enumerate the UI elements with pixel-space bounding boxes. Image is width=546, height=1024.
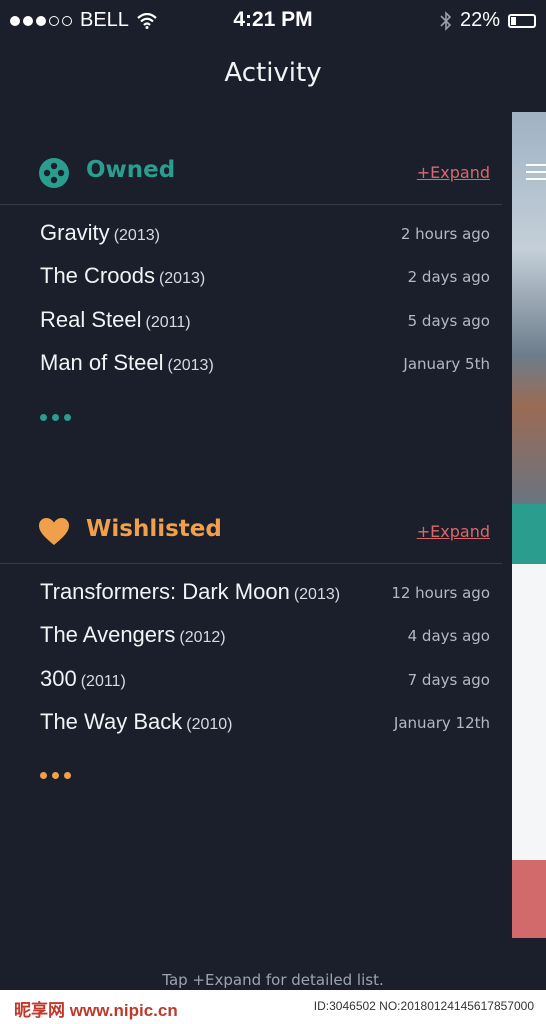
movie-title: Man of Steel (40, 350, 164, 376)
movie-title: Gravity (40, 220, 110, 245)
movie-year: (2012) (179, 629, 226, 647)
battery-percent: 22% (459, 9, 500, 31)
list-item[interactable]: 300 (2011) 7 days ago (0, 660, 502, 703)
movie-year: (2011) (80, 672, 126, 690)
owned-title: Owned (86, 157, 176, 183)
heart-icon (39, 518, 69, 545)
movie-title: The Avengers (40, 622, 176, 648)
teal-bar (512, 504, 546, 564)
bluetooth-icon (440, 10, 452, 31)
red-button[interactable] (512, 860, 546, 938)
owned-more-icon[interactable] (40, 414, 71, 421)
list-item[interactable]: The Way Back (2010) January 12th (0, 703, 502, 746)
owned-section-header: Owned +Expand (0, 143, 502, 205)
divider (0, 204, 502, 205)
movie-year: (2011) (145, 313, 191, 331)
timestamp: 4 days ago (407, 627, 490, 646)
owned-list: Gravity (2013) 2 hours ago The Croods (201… (0, 214, 502, 388)
film-reel-icon (39, 158, 69, 188)
wishlisted-list: Transformers: Dark Moon (2013) 12 hours a… (0, 573, 502, 747)
content-area (512, 564, 546, 860)
list-item[interactable]: Man of Steel (2013) January 5th (0, 344, 502, 387)
timestamp: January 5th (403, 355, 490, 374)
list-item[interactable]: The Avengers (2012) 4 days ago (0, 616, 502, 659)
movie-year: (2010) (186, 716, 233, 734)
movie-year: (2013) (158, 270, 206, 288)
battery-icon (508, 13, 536, 28)
main-view-peek[interactable] (512, 112, 546, 938)
movie-title: Real Steel (40, 306, 142, 332)
movie-title: 300 (40, 665, 77, 691)
timestamp: 2 hours ago (400, 225, 490, 243)
timestamp: 7 days ago (407, 670, 490, 689)
wishlisted-section-header: Wishlisted +Expand (0, 502, 502, 564)
movie-year: (2013) (113, 227, 160, 244)
timestamp: January 12th (393, 714, 490, 733)
movie-year: (2013) (167, 357, 214, 375)
watermark-bar: 昵享网 www.nipic.cn ID:3046502 NO:201801241… (0, 990, 546, 1024)
timestamp: 2 days ago (407, 268, 490, 287)
movie-title: The Croods (40, 263, 155, 289)
page-title: Activity (224, 58, 322, 88)
status-right: 22% (440, 9, 536, 32)
list-item[interactable]: Real Steel (2011) 5 days ago (0, 301, 502, 344)
timestamp: 12 hours ago (391, 584, 490, 602)
hint-text: Tap +Expand for detailed list. (162, 971, 384, 989)
owned-expand-link[interactable]: +Expand (417, 163, 490, 182)
movie-title: The Way Back (40, 709, 183, 735)
wishlisted-expand-link[interactable]: +Expand (417, 522, 490, 541)
menu-icon[interactable] (526, 164, 546, 185)
watermark-logo: 昵享网 www.nipic.cn (14, 1001, 178, 1020)
movie-title: Transformers: Dark Moon (40, 579, 290, 604)
list-item[interactable]: Transformers: Dark Moon (2013) 12 hours a… (0, 573, 502, 616)
list-item[interactable]: The Croods (2013) 2 days ago (0, 257, 502, 300)
movie-year: (2013) (293, 586, 341, 603)
divider (0, 563, 502, 564)
watermark-id: ID:3046502 NO:20180124145617857000 (313, 999, 534, 1013)
wishlisted-more-icon[interactable] (40, 772, 71, 779)
list-item[interactable]: Gravity (2013) 2 hours ago (0, 214, 502, 257)
timestamp: 5 days ago (407, 311, 490, 330)
wishlisted-title: Wishlisted (86, 516, 222, 542)
status-bar: BELL 4:21 PM 22% (0, 0, 546, 42)
